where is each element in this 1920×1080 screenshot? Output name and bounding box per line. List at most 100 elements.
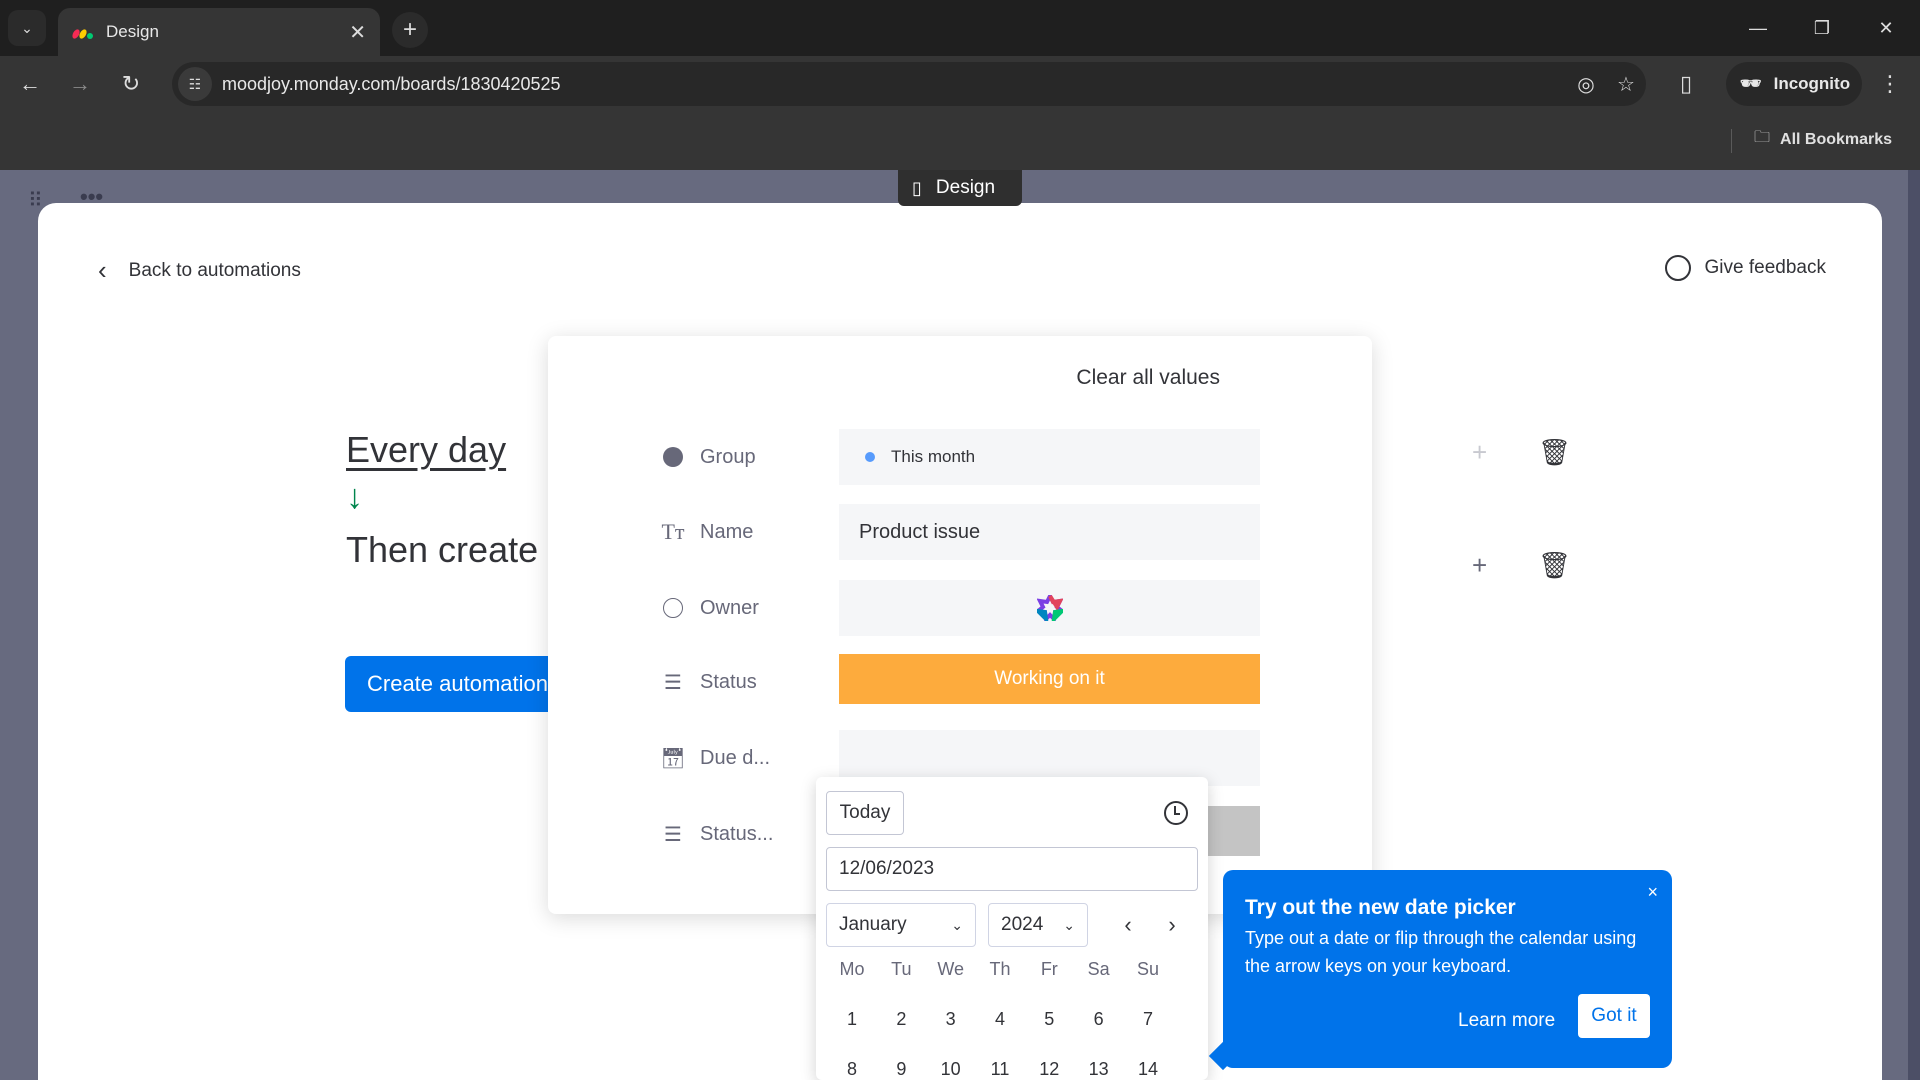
calendar-icon: 📅︎ [660,747,686,770]
field-row-name: Tт Name Product issue [548,504,1372,560]
calendar-day[interactable]: 14 [1128,1059,1168,1080]
calendar-day[interactable]: 10 [931,1059,971,1080]
calendar-day[interactable]: 5 [1029,1009,1069,1030]
group-color-dot [865,452,875,462]
eye-off-icon[interactable]: ◎ [1566,72,1606,97]
status-lines-icon: ☰ [664,823,682,846]
incognito-label: Incognito [1773,74,1851,93]
today-button[interactable]: Today [826,791,904,835]
url-text[interactable]: moodjoy.monday.com/boards/1830420525 [222,74,1566,95]
name-input[interactable]: Product issue [839,504,1260,560]
new-tab-button[interactable]: + [392,12,428,48]
feedback-label: Give feedback [1704,257,1826,278]
weekday-label: Fr [1040,959,1058,979]
back-label: Back to automations [128,259,301,281]
tip-title: Try out the new date picker [1245,896,1516,919]
down-arrow-icon: ↓ [346,478,363,516]
field-label-status-2: ☰ Status... [662,806,773,862]
clear-all-values-button[interactable]: Clear all values [1076,366,1220,390]
incognito-button[interactable]: 🕶 Incognito [1726,62,1862,106]
field-row-status: ☰ Status Working on it [548,654,1372,710]
sidebar-layout-icon: ▯ [912,177,922,198]
calendar-week: 8 9 10 11 12 13 14 [832,1059,1168,1080]
apps-grid-icon: ⠿ [28,190,43,212]
create-automation-button[interactable]: Create automation [345,656,565,712]
trash-icon[interactable]: 🗑 [1538,550,1571,581]
calendar-day[interactable]: 9 [881,1059,921,1080]
next-month-button[interactable]: › [1158,911,1186,939]
view-pill: ▯ Design [898,170,1022,206]
previous-month-button[interactable]: ‹ [1114,911,1142,939]
more-menu-icon[interactable]: ⋮ [1870,64,1910,104]
site-settings-icon[interactable]: ☷ [178,67,212,101]
month-value: January [839,914,907,935]
monday-favicon-icon [72,24,94,40]
month-select[interactable]: January ⌄ [826,903,976,947]
tab-search-button[interactable]: ⌄ [8,10,46,46]
trigger-every-day[interactable]: Every day [346,429,538,471]
add-icon[interactable]: + [1472,437,1487,468]
address-bar[interactable]: ☷ moodjoy.monday.com/boards/1830420525 ◎… [172,62,1646,106]
action-then-create[interactable]: Then create [346,529,538,571]
year-value: 2024 [1001,914,1044,935]
calendar-day[interactable]: 3 [931,1009,971,1030]
calendar-day[interactable]: 12 [1029,1059,1069,1080]
group-value[interactable]: This month [839,429,1260,485]
back-to-automations-link[interactable]: ‹ Back to automations [98,255,301,286]
weekday-label: Sa [1087,959,1110,979]
learn-more-link[interactable]: Learn more [1458,1010,1555,1032]
weekday-header: Mo Tu We Th Fr Sa Su [832,959,1168,980]
date-picker: Today 12/06/2023 January ⌄ 2024 ⌄ ‹ › Mo… [816,777,1208,1080]
bookmarks-bar: 🗀 All Bookmarks [0,112,1920,170]
forward-arrow-icon[interactable]: → [60,64,100,104]
calendar-day[interactable]: 13 [1079,1059,1119,1080]
automation-sentence: Every day ↓ Then create [346,429,538,571]
field-label-owner: Owner [662,580,759,636]
give-feedback-button[interactable]: Give feedback [1664,255,1826,281]
calendar-day[interactable]: 1 [832,1009,872,1030]
calendar-day[interactable]: 11 [980,1059,1020,1080]
clock-icon[interactable] [1164,801,1188,825]
reload-icon[interactable]: ↻ [111,64,151,104]
trash-icon[interactable]: 🗑 [1538,437,1571,468]
tab-title: Design [106,22,159,41]
weekday-label: Tu [891,959,912,979]
tip-body: Type out a date or flip through the cale… [1245,928,1637,976]
side-panel-icon[interactable]: ▯ [1666,64,1706,104]
page-scrollbar[interactable] [1908,170,1920,1080]
chevron-down-icon: ⌄ [1063,916,1075,933]
back-arrow-icon[interactable]: ← [10,64,50,104]
browser-tab-bar: ⌄ Design ✕ + — ❐ ✕ [0,0,1920,56]
date-input[interactable]: 12/06/2023 [826,847,1198,891]
calendar-day[interactable]: 7 [1128,1009,1168,1030]
status-value[interactable]: Working on it [839,654,1260,704]
field-row-owner: Owner [548,580,1372,636]
all-bookmarks-button[interactable]: 🗀 All Bookmarks [1754,126,1892,153]
calendar-day[interactable]: 2 [881,1009,921,1030]
star-icon[interactable]: ☆ [1606,72,1646,97]
got-it-button[interactable]: Got it [1578,994,1650,1038]
owner-avatar-icon [1036,595,1063,621]
close-tab-icon[interactable]: ✕ [349,20,366,45]
automation-modal: ‹ Back to automations Give feedback Ever… [38,203,1882,1080]
incognito-icon: 🕶 [1740,74,1762,93]
all-bookmarks-label: All Bookmarks [1780,130,1893,148]
calendar-day[interactable]: 4 [980,1009,1020,1030]
minimize-icon[interactable]: — [1738,10,1778,46]
date-picker-tip: × Try out the new date picker Type out a… [1208,870,1672,1071]
calendar-day[interactable]: 8 [832,1059,872,1080]
browser-toolbar: ← → ↻ ☷ moodjoy.monday.com/boards/183042… [0,56,1920,112]
chevron-left-icon: ‹ [98,255,107,285]
feedback-bubble-icon [1664,255,1691,281]
close-window-icon[interactable]: ✕ [1866,10,1906,46]
field-label-name: Tт Name [661,504,753,560]
restore-icon[interactable]: ❐ [1802,10,1842,46]
browser-tab[interactable]: Design ✕ [58,8,380,56]
calendar-day[interactable]: 6 [1079,1009,1119,1030]
close-tip-icon[interactable]: × [1647,882,1658,903]
weekday-label: Mo [839,959,865,979]
owner-picker[interactable] [839,580,1260,636]
chevron-down-icon: ⌄ [21,19,33,36]
year-select[interactable]: 2024 ⌄ [988,903,1088,947]
add-icon[interactable]: + [1472,550,1487,581]
